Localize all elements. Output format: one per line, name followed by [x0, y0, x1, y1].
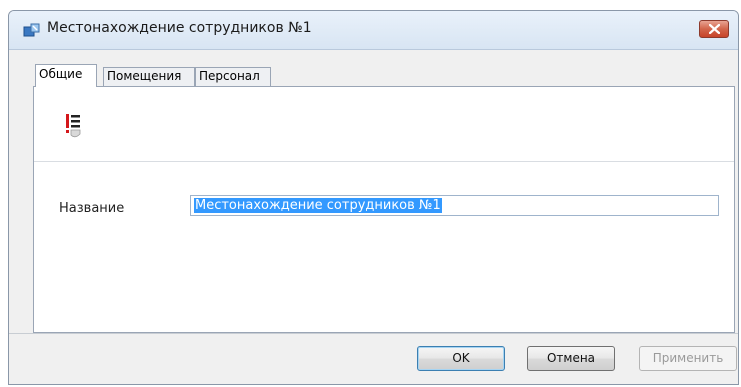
section-divider [34, 161, 734, 162]
tab-panel-general: Название Местонахождение сотрудников №1 [33, 86, 735, 333]
tab-rooms[interactable]: Помещения [103, 67, 195, 86]
apply-button[interactable]: Применить [639, 346, 737, 371]
document-list-icon [65, 110, 83, 140]
name-input[interactable]: Местонахождение сотрудников №1 [190, 195, 719, 216]
ok-button[interactable]: OK [417, 346, 505, 371]
close-icon [709, 24, 720, 34]
name-label: Название [59, 201, 125, 216]
tab-general[interactable]: Общие [35, 64, 97, 87]
name-input-value: Местонахождение сотрудников №1 [194, 198, 442, 213]
close-button[interactable] [699, 20, 729, 38]
cancel-button[interactable]: Отмена [527, 346, 615, 371]
window-title: Местонахождение сотрудников №1 [47, 20, 312, 36]
app-icon [23, 22, 41, 38]
title-bar[interactable]: Местонахождение сотрудников №1 [9, 11, 738, 50]
footer-divider [9, 333, 738, 334]
tab-personnel[interactable]: Персонал [195, 67, 271, 86]
dialog-window: Местонахождение сотрудников №1 Общие Пом… [8, 10, 739, 385]
